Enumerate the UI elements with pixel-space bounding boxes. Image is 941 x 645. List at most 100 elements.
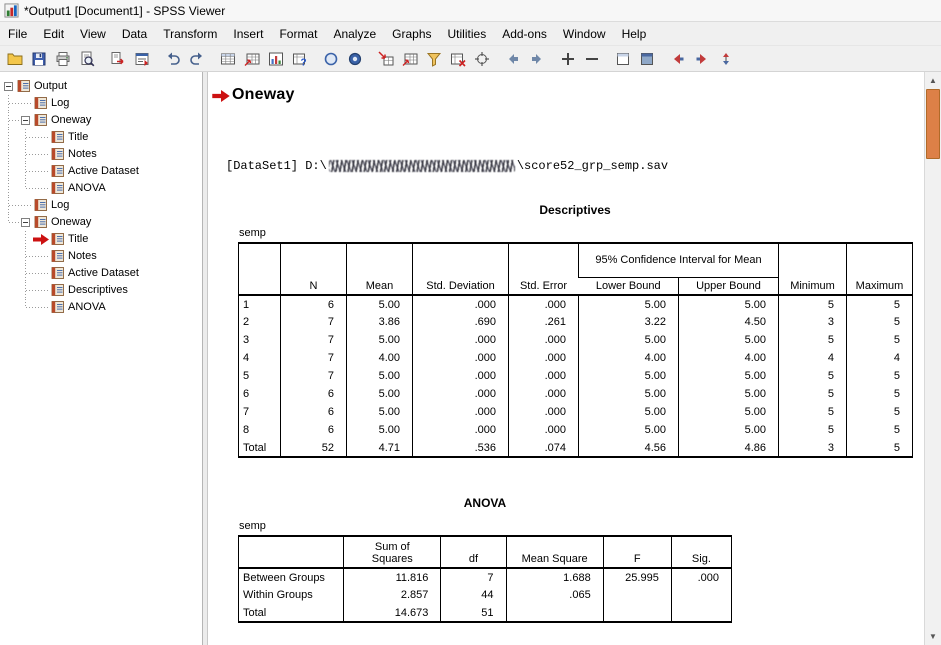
descriptives-cell: 7 — [281, 331, 347, 349]
demote-item-button[interactable] — [690, 47, 714, 70]
tree-expander-icon[interactable] — [21, 116, 30, 125]
descriptives-row: 575.00.000.0005.005.0055 — [239, 367, 913, 385]
outline-item-label: Log — [51, 199, 69, 211]
menu-format[interactable]: Format — [271, 24, 325, 44]
menu-analyze[interactable]: Analyze — [325, 24, 384, 44]
menu-help[interactable]: Help — [614, 24, 655, 44]
current-item-arrow — [33, 234, 49, 248]
anova-cell: .065 — [506, 586, 603, 604]
scroll-down-button[interactable]: ▼ — [925, 628, 941, 645]
outline-item-output-0[interactable]: Output — [0, 78, 202, 95]
scroll-up-button[interactable]: ▲ — [925, 72, 941, 89]
print-preview-button[interactable] — [75, 47, 99, 70]
tree-expander-icon[interactable] — [4, 82, 13, 91]
save-file-button[interactable] — [27, 47, 51, 70]
outline-size-icon — [718, 50, 735, 67]
expand-outline-icon — [560, 50, 577, 67]
toolbar-separator — [494, 47, 501, 70]
variables-button[interactable]: ? — [288, 47, 312, 70]
export-output-button[interactable] — [106, 47, 130, 70]
outline-item-title-3[interactable]: Title — [0, 129, 202, 146]
outline-item-active-dataset-5[interactable]: Active Dataset — [0, 163, 202, 180]
title-doc-icon — [51, 130, 65, 144]
descriptives-cell: 4.50 — [679, 313, 779, 331]
menu-edit[interactable]: Edit — [35, 24, 72, 44]
menu-view[interactable]: View — [72, 24, 114, 44]
menu-add-ons[interactable]: Add-ons — [494, 24, 555, 44]
tree-line — [8, 146, 9, 163]
outline-item-log-1[interactable]: Log — [0, 95, 202, 112]
goto-data-button[interactable] — [216, 47, 240, 70]
tree-line — [26, 290, 49, 291]
descriptives-cell: .000 — [413, 421, 509, 439]
promote-item-button[interactable] — [666, 47, 690, 70]
tree-line — [25, 172, 26, 180]
descriptives-cell: 6 — [281, 385, 347, 403]
scrollbar-thumb[interactable] — [926, 89, 940, 159]
outline-pane: OutputLogOnewayTitleNotesActive DatasetA… — [0, 72, 203, 645]
designate-window-button[interactable] — [398, 47, 422, 70]
descriptives-row: 765.00.000.0005.005.0055 — [239, 403, 913, 421]
show-all-variables-button[interactable] — [343, 47, 367, 70]
outline-item-title-9[interactable]: Title — [0, 231, 202, 248]
window-title: *Output1 [Document1] - SPSS Viewer — [24, 4, 225, 18]
next-item-button[interactable] — [525, 47, 549, 70]
menu-transform[interactable]: Transform — [155, 24, 225, 44]
undo-button[interactable] — [161, 47, 185, 70]
outline-item-label: Oneway — [51, 216, 91, 228]
menu-file[interactable]: File — [0, 24, 35, 44]
goto-case-button[interactable] — [240, 47, 264, 70]
anova-table[interactable]: Sum of SquaresdfMean SquareFSig.Between … — [238, 535, 732, 623]
descriptives-cell: 4.00 — [347, 349, 413, 367]
collapse-outline-button[interactable] — [580, 47, 604, 70]
tree-expander-icon[interactable] — [21, 218, 30, 227]
show-output-button[interactable] — [611, 47, 635, 70]
hide-output-button[interactable] — [635, 47, 659, 70]
vertical-scrollbar[interactable]: ▲ ▼ — [924, 72, 941, 645]
outline-size-button[interactable] — [714, 47, 738, 70]
tree-line — [26, 171, 49, 172]
menu-graphs[interactable]: Graphs — [384, 24, 439, 44]
select-last-output-button[interactable] — [374, 47, 398, 70]
menu-insert[interactable]: Insert — [225, 24, 271, 44]
descriptives-cell: 4.71 — [347, 439, 413, 457]
insert-chart-button[interactable] — [264, 47, 288, 70]
outline-item-log-7[interactable]: Log — [0, 197, 202, 214]
expand-outline-button[interactable] — [556, 47, 580, 70]
redo-button[interactable] — [185, 47, 209, 70]
outline-item-descriptives-12[interactable]: Descriptives — [0, 282, 202, 299]
descriptives-cell: 6 — [281, 421, 347, 439]
previous-item-button[interactable] — [501, 47, 525, 70]
descriptives-cell: 5 — [847, 421, 913, 439]
descriptives-cell: .000 — [509, 367, 579, 385]
descriptives-cell: 5.00 — [579, 421, 679, 439]
select-last-output-icon — [378, 50, 395, 67]
anova-col-header: F — [603, 536, 671, 568]
tree-line — [9, 222, 21, 223]
filter-cases-button[interactable] — [422, 47, 446, 70]
outline-item-anova-6[interactable]: ANOVA — [0, 180, 202, 197]
outline-item-notes-10[interactable]: Notes — [0, 248, 202, 265]
insert-object-button[interactable] — [470, 47, 494, 70]
menu-data[interactable]: Data — [114, 24, 155, 44]
anova-cell — [671, 604, 731, 622]
use-variable-sets-button[interactable] — [319, 47, 343, 70]
next-item-icon — [529, 50, 546, 67]
outline-item-oneway-8[interactable]: Oneway — [0, 214, 202, 231]
recall-dialog-button[interactable] — [130, 47, 154, 70]
menu-utilities[interactable]: Utilities — [440, 24, 495, 44]
descriptives-cell: 5 — [779, 331, 847, 349]
outline-item-oneway-2[interactable]: Oneway — [0, 112, 202, 129]
outline-item-active-dataset-11[interactable]: Active Dataset — [0, 265, 202, 282]
descriptives-cell: 4.00 — [679, 349, 779, 367]
menu-window[interactable]: Window — [555, 24, 614, 44]
descriptives-table[interactable]: NMeanStd. DeviationStd. Error95% Confide… — [238, 242, 913, 458]
outline-item-notes-4[interactable]: Notes — [0, 146, 202, 163]
open-file-button[interactable] — [3, 47, 27, 70]
descriptives-row: Total524.71.536.0744.564.8635 — [239, 439, 913, 457]
delete-output-button[interactable] — [446, 47, 470, 70]
descriptives-cell: 5.00 — [347, 403, 413, 421]
undo-icon — [165, 50, 182, 67]
outline-item-anova-13[interactable]: ANOVA — [0, 299, 202, 316]
print-button[interactable] — [51, 47, 75, 70]
